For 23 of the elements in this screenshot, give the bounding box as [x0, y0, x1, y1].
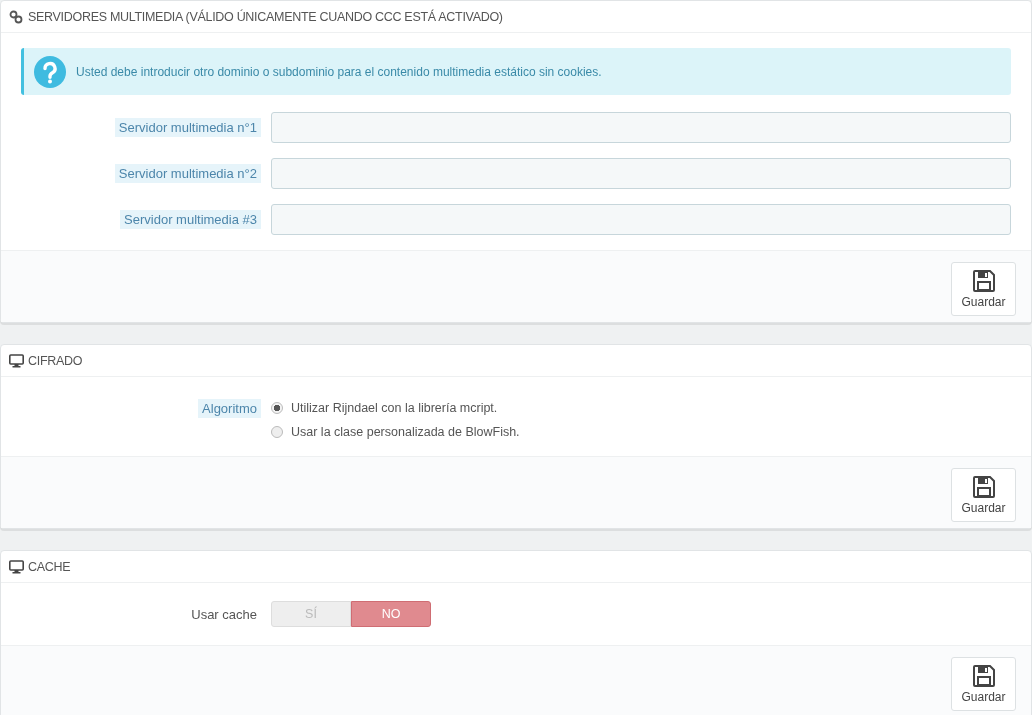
- save-button[interactable]: Guardar: [951, 262, 1016, 316]
- text-input[interactable]: [271, 112, 1011, 143]
- field-label: Servidor multimedia n°2: [114, 164, 261, 183]
- link-icon: [9, 9, 24, 24]
- panel-title: CIFRADO: [28, 353, 83, 368]
- radio-button[interactable]: [271, 402, 283, 414]
- panel-title: SERVIDORES MULTIMEDIA (VÁLIDO ÚNICAMENTE CUANDO CCC ESTÁ ACTIVADO): [28, 9, 503, 24]
- alert-text: Usted debe introducir otro dominio o subdominio para el contenido multimedia estático sin cookies.: [76, 64, 602, 79]
- field-label: Servidor multimedia n°1: [114, 118, 261, 137]
- radio-label: Usar la clase personalizada de BlowFish.: [291, 425, 520, 439]
- question-icon: [34, 55, 66, 88]
- field-label: Algoritmo: [198, 399, 261, 418]
- radio-label: Utilizar Rijndael con la librería mcript.: [291, 401, 498, 415]
- field-label: Servidor multimedia #3: [120, 210, 261, 229]
- save-button[interactable]: Guardar: [951, 468, 1016, 522]
- panel-title: CACHE: [28, 559, 71, 574]
- text-input[interactable]: [271, 158, 1011, 189]
- text-input[interactable]: [271, 204, 1011, 235]
- monitor-icon: [9, 353, 24, 368]
- field-label: Usar cache: [190, 605, 258, 624]
- monitor-icon: [9, 559, 24, 574]
- radio-button[interactable]: [271, 426, 283, 438]
- save-button[interactable]: Guardar: [951, 657, 1016, 711]
